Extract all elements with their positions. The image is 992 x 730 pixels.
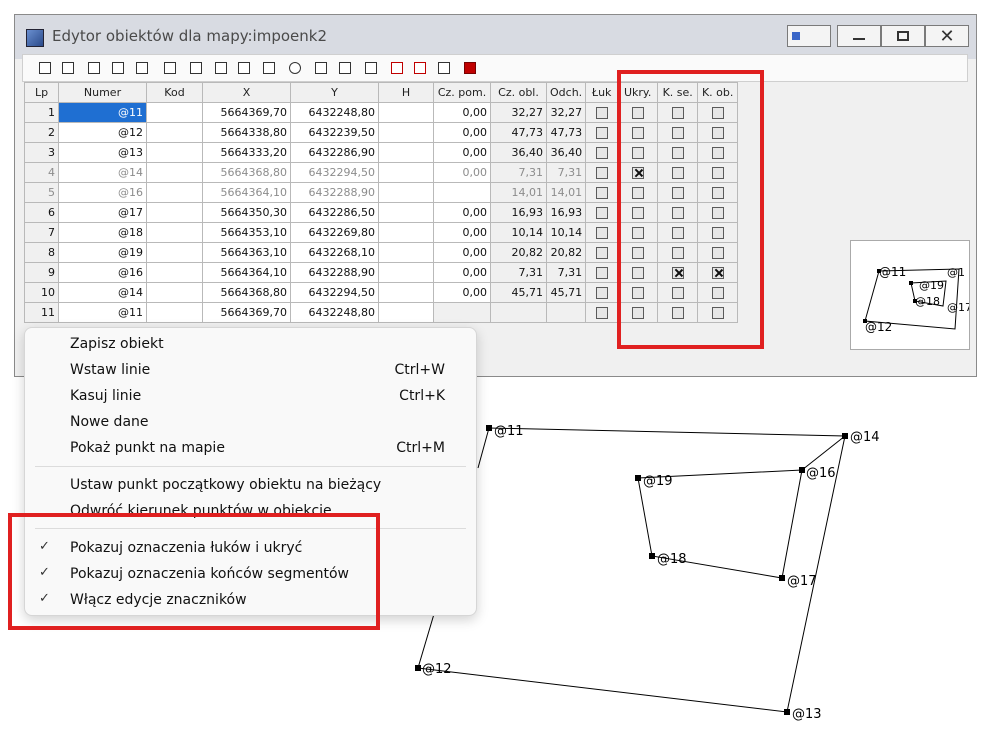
map-point-label: @11	[494, 424, 524, 439]
map-point-label: @16	[806, 466, 836, 481]
map-point-label: @17	[787, 574, 817, 589]
menu-item-label: Pokazuj oznaczenia końców segmentów	[70, 566, 349, 582]
menu-item-label: Nowe dane	[70, 414, 149, 430]
map-point-marker[interactable]	[649, 553, 655, 559]
map-point-marker[interactable]	[799, 467, 805, 473]
menu-item-shortcut: Ctrl+K	[399, 388, 445, 404]
menu-item-label: Odwróć kierunek punktów w obiekcie	[70, 503, 332, 519]
menu-item-reverse-direction[interactable]: Odwróć kierunek punktów w obiekcie	[25, 499, 476, 525]
menu-item-show-point-on-map[interactable]: Pokaż punkt na mapie Ctrl+M	[25, 436, 476, 462]
map-point-label: @14	[850, 430, 880, 445]
menu-separator	[35, 528, 466, 529]
map-point-marker[interactable]	[635, 475, 641, 481]
check-icon: ✓	[39, 565, 50, 580]
map-point-marker[interactable]	[486, 425, 492, 431]
menu-item-show-segment-ends[interactable]: ✓ Pokazuj oznaczenia końców segmentów	[25, 562, 476, 588]
map-point-marker[interactable]	[842, 433, 848, 439]
menu-item-shortcut: Ctrl+W	[394, 362, 445, 378]
menu-item-save-object[interactable]: Zapisz obiekt	[25, 332, 476, 358]
menu-item-enable-marker-edit[interactable]: ✓ Włącz edycje znaczników	[25, 588, 476, 614]
map-point-label: @19	[643, 474, 673, 489]
context-menu: Zapisz obiekt Wstaw linie Ctrl+W Kasuj lini…	[24, 327, 477, 616]
check-icon: ✓	[39, 591, 50, 606]
menu-item-show-arc-markers[interactable]: ✓ Pokazuj oznaczenia łuków i ukryć	[25, 536, 476, 562]
map-point-marker[interactable]	[784, 709, 790, 715]
menu-item-label: Pokaż punkt na mapie	[70, 440, 225, 456]
map-point-marker[interactable]	[779, 575, 785, 581]
map-point-label: @12	[422, 662, 452, 677]
menu-item-label: Ustaw punkt początkowy obiektu na bieżąc…	[70, 477, 382, 493]
menu-item-set-start-point[interactable]: Ustaw punkt początkowy obiektu na bieżąc…	[25, 473, 476, 499]
menu-item-insert-line[interactable]: Wstaw linie Ctrl+W	[25, 358, 476, 384]
check-icon: ✓	[39, 539, 50, 554]
menu-item-delete-line[interactable]: Kasuj linie Ctrl+K	[25, 384, 476, 410]
map-point-label: @13	[792, 707, 822, 722]
menu-item-label: Kasuj linie	[70, 388, 142, 404]
menu-item-label: Zapisz obiekt	[70, 336, 164, 352]
menu-item-shortcut: Ctrl+M	[396, 440, 445, 456]
menu-item-new-data[interactable]: Nowe dane	[25, 410, 476, 436]
menu-separator	[35, 466, 466, 467]
map-point-label: @18	[657, 552, 687, 567]
menu-item-label: Pokazuj oznaczenia łuków i ukryć	[70, 540, 303, 556]
menu-item-label: Wstaw linie	[70, 362, 151, 378]
map-point-marker[interactable]	[415, 665, 421, 671]
menu-item-label: Włącz edycje znaczników	[70, 592, 247, 608]
